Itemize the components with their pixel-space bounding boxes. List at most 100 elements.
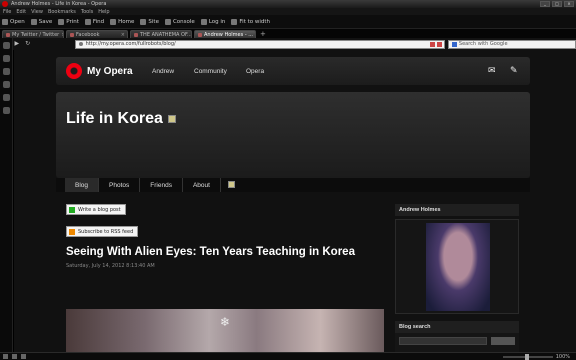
twitter-favicon: [6, 32, 10, 37]
settings-wrench-icon[interactable]: ✎: [510, 66, 518, 76]
blog-tab[interactable]: Blog: [65, 178, 100, 192]
find-icon: [84, 18, 91, 25]
page-content: My Opera Andrew Community Opera ✉ ✎ Life…: [14, 50, 576, 352]
add-panel-icon[interactable]: [2, 107, 10, 114]
tab-facebook[interactable]: Facebook ×: [66, 30, 128, 38]
main-toolbar: Open Save Print Find Home Site Console L…: [0, 15, 576, 29]
fit-width-button[interactable]: Fit to width: [231, 18, 271, 25]
google-icon: [451, 41, 457, 47]
open-label: Open: [10, 18, 25, 25]
tab-life-in-korea[interactable]: Andrew Holmes - ...×: [194, 30, 256, 38]
notes-panel-icon[interactable]: [2, 55, 10, 62]
new-tab-icon[interactable]: +: [260, 30, 266, 38]
url-text: http://my.opera.com/fullrobots/blog/: [85, 41, 176, 47]
print-icon: [58, 18, 65, 25]
fit-width-label: Fit to width: [239, 18, 271, 25]
close-button[interactable]: ×: [564, 1, 574, 7]
login-label: Log in: [208, 18, 226, 25]
bookmark-icon[interactable]: [436, 41, 442, 47]
about-tab[interactable]: About: [183, 178, 221, 192]
zoom-slider-thumb[interactable]: [524, 353, 529, 360]
save-button[interactable]: Save: [30, 18, 52, 25]
page-info-icon[interactable]: [78, 42, 83, 46]
friends-tab[interactable]: Friends: [140, 178, 183, 192]
close-tab-icon[interactable]: ×: [61, 32, 63, 38]
fit-width-icon: [231, 18, 238, 25]
my-opera-header: My Opera Andrew Community Opera ✉ ✎: [56, 57, 530, 85]
search-input[interactable]: Search with Google: [447, 39, 576, 49]
nav-opera[interactable]: Opera: [246, 68, 264, 75]
search-placeholder: Search with Google: [458, 41, 508, 47]
main-column: Write a blog post Subscribe to RSS feed …: [64, 202, 388, 352]
console-label: Console: [172, 18, 195, 25]
rss-icon: [69, 228, 75, 235]
side-panel: [0, 38, 13, 352]
zoom-slider[interactable]: [502, 353, 553, 360]
forward-icon[interactable]: ▶: [13, 40, 21, 48]
window-titlebar: Andrew Holmes - Life in Korea - Opera _ …: [0, 0, 576, 8]
windows-panel-icon[interactable]: [2, 94, 10, 101]
home-button[interactable]: Home: [110, 18, 134, 25]
tab-anathema[interactable]: THE ANATHEMA OF...×: [130, 30, 192, 38]
maximize-button[interactable]: □: [552, 1, 562, 7]
opera-favicon: [198, 32, 202, 37]
minimize-button[interactable]: _: [540, 1, 550, 7]
tab-bar: My Twitter / Twitter× Facebook × THE ANAT…: [0, 29, 576, 38]
close-tab-icon[interactable]: ×: [255, 32, 256, 38]
bookmarks-panel-icon[interactable]: [2, 42, 10, 49]
console-button[interactable]: Console: [164, 18, 195, 25]
menu-bookmarks[interactable]: Bookmarks: [48, 9, 76, 15]
site-button[interactable]: Site: [140, 18, 159, 25]
login-button[interactable]: Log in: [200, 18, 226, 25]
snowflake-decoration-icon: ❄: [220, 315, 231, 329]
history-panel-icon[interactable]: [2, 81, 10, 88]
profile-widget-title: Andrew Holmes: [395, 204, 519, 216]
find-label: Find: [92, 18, 105, 25]
menu-tools[interactable]: Tools: [81, 9, 93, 15]
blog-search-input[interactable]: [399, 337, 487, 345]
post-title[interactable]: Seeing With Alien Eyes: Ten Years Teachi…: [66, 246, 355, 258]
find-button[interactable]: Find: [84, 18, 105, 25]
menu-view[interactable]: View: [31, 9, 43, 15]
open-button[interactable]: Open: [2, 18, 25, 25]
facebook-favicon: [70, 32, 74, 37]
window-controls: _ □ ×: [540, 0, 574, 8]
edit-icon[interactable]: [227, 181, 235, 188]
blog-search-button[interactable]: [491, 337, 515, 345]
post-date: Saturday, July 14, 2012 8:13:40 AM: [66, 263, 155, 269]
brand-link[interactable]: My Opera: [87, 66, 133, 77]
post-image: ❄: [66, 309, 384, 352]
opera-logo-icon[interactable]: [66, 63, 82, 79]
rss-subscribe-button[interactable]: Subscribe to RSS feed: [66, 226, 139, 237]
add-icon: [69, 206, 75, 213]
print-button[interactable]: Print: [58, 18, 79, 25]
profile-widget: [395, 219, 519, 314]
panel-toggle-icon[interactable]: [3, 354, 8, 359]
write-post-button[interactable]: Write a blog post: [66, 204, 126, 215]
menu-edit[interactable]: Edit: [16, 9, 26, 15]
mail-icon[interactable]: ✉: [488, 66, 496, 76]
turbo-icon[interactable]: [12, 354, 17, 359]
save-icon: [30, 18, 37, 25]
menu-help[interactable]: Help: [98, 9, 109, 15]
photos-tab[interactable]: Photos: [99, 178, 141, 192]
url-input[interactable]: http://my.opera.com/fullrobots/blog/: [74, 39, 445, 49]
tab-twitter[interactable]: My Twitter / Twitter×: [2, 30, 64, 38]
tab-label: Andrew Holmes - ...: [204, 31, 253, 38]
tab-label: Facebook: [76, 31, 100, 38]
close-tab-icon[interactable]: ×: [121, 32, 125, 38]
unite-icon[interactable]: [21, 354, 26, 359]
rss-icon[interactable]: [429, 41, 435, 47]
nav-community[interactable]: Community: [194, 68, 227, 75]
reload-icon[interactable]: ↻: [24, 40, 32, 48]
edit-icon[interactable]: [167, 114, 176, 123]
transfers-panel-icon[interactable]: [2, 68, 10, 75]
menu-file[interactable]: File: [3, 9, 11, 15]
tab-label: THE ANATHEMA OF...: [140, 31, 192, 38]
zoom-level[interactable]: 100%: [556, 354, 570, 360]
home-icon: [110, 18, 117, 25]
folder-icon: [2, 18, 8, 25]
blog-nav: Blog Photos Friends About: [56, 178, 530, 192]
avatar[interactable]: [426, 223, 490, 311]
nav-andrew[interactable]: Andrew: [152, 68, 174, 75]
